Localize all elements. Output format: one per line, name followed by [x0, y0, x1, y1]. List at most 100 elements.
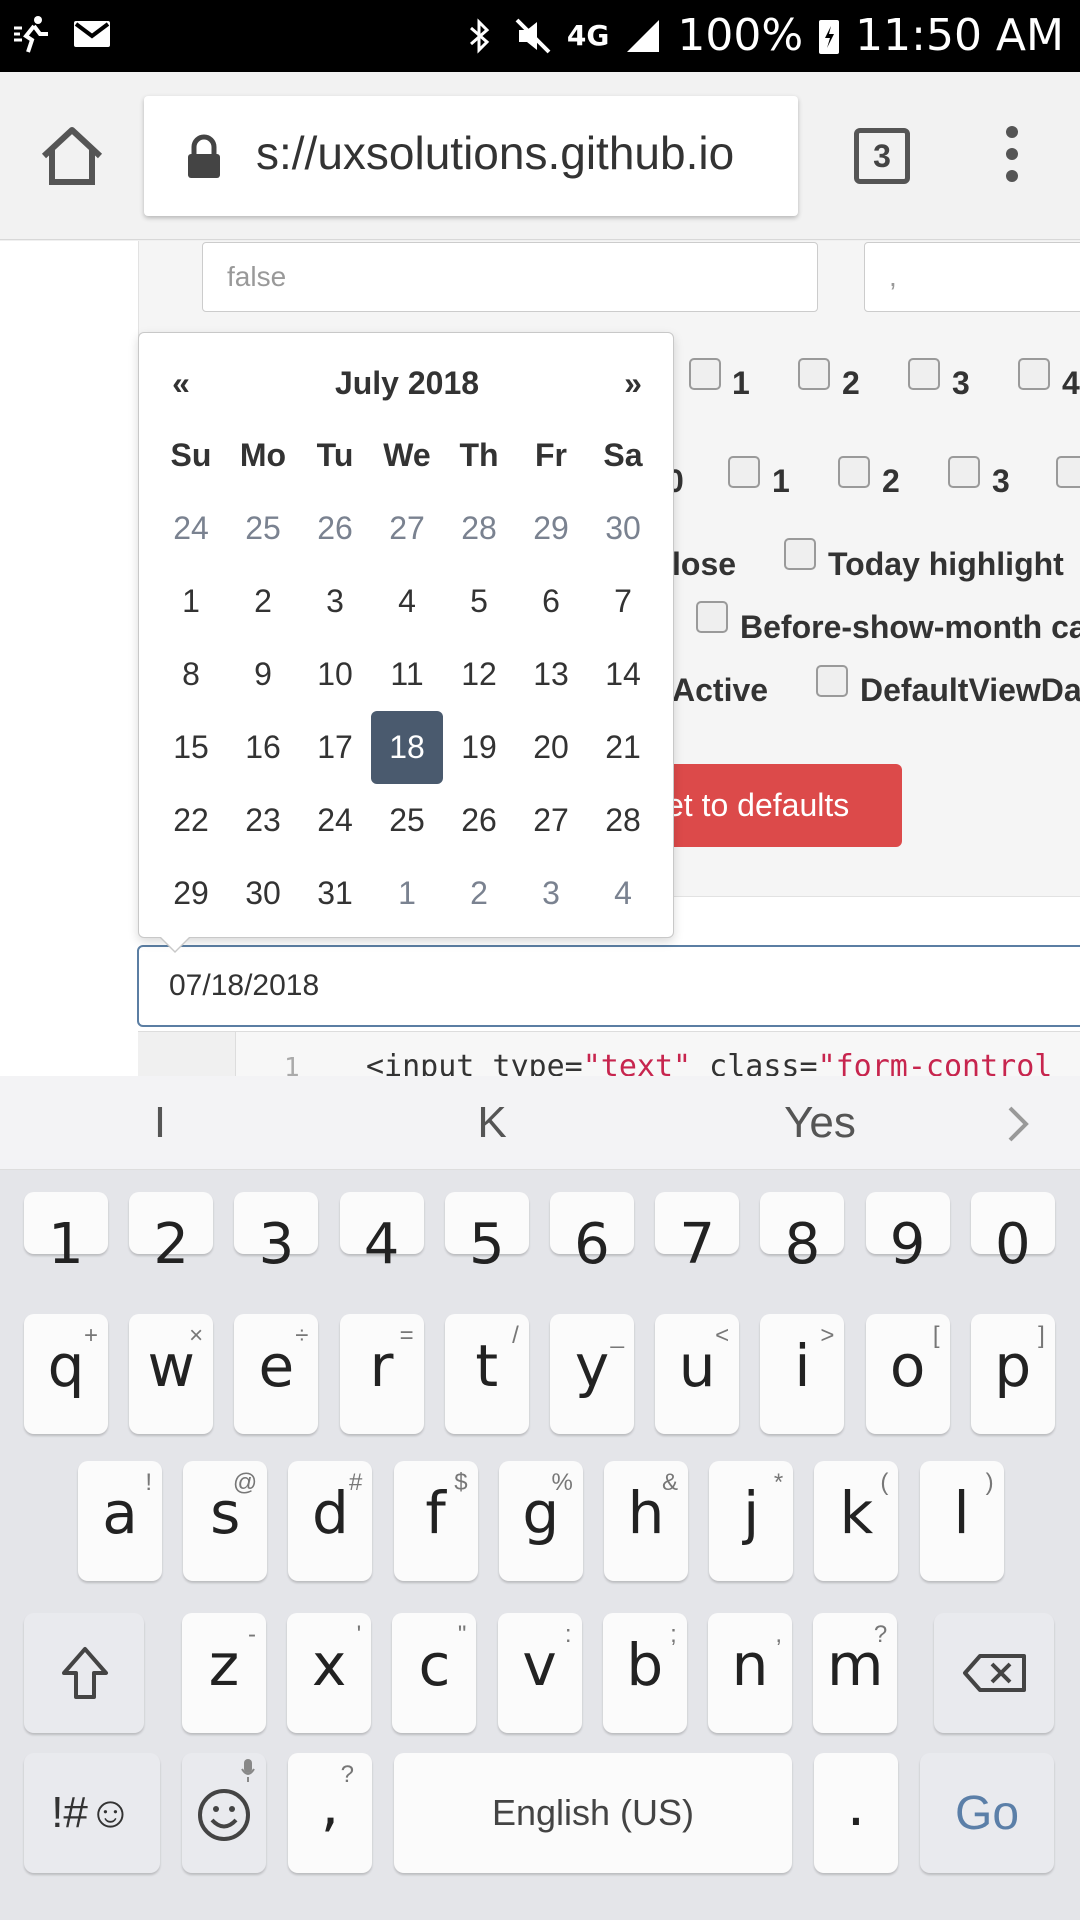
chevron-right-icon[interactable]: [1000, 1104, 1034, 1144]
calendar-day[interactable]: 14: [587, 638, 659, 711]
key-number[interactable]: 2: [129, 1192, 214, 1277]
key-v[interactable]: :v: [497, 1613, 582, 1733]
checkbox-before-show-month[interactable]: [696, 601, 728, 633]
key-j[interactable]: * j: [709, 1461, 794, 1581]
symbols-key[interactable]: !#☺: [24, 1753, 160, 1873]
next-month-button[interactable]: »: [613, 353, 653, 413]
calendar-day[interactable]: 22: [155, 784, 227, 857]
key-n[interactable]: ,n: [708, 1613, 792, 1733]
calendar-day-other-month[interactable]: 29: [515, 492, 587, 565]
home-icon[interactable]: [38, 122, 106, 190]
key-q[interactable]: + q: [24, 1314, 108, 1434]
checkbox-row2-4[interactable]: [1056, 456, 1080, 488]
key-number[interactable]: 1: [24, 1192, 108, 1277]
calendar-day[interactable]: 21: [587, 711, 659, 784]
go-key[interactable]: Go: [920, 1753, 1054, 1873]
key-a[interactable]: ! a: [78, 1461, 162, 1581]
calendar-day[interactable]: 16: [227, 711, 299, 784]
calendar-day-other-month[interactable]: 27: [371, 492, 443, 565]
calendar-day[interactable]: 23: [227, 784, 299, 857]
calendar-day-other-month[interactable]: 3: [515, 857, 587, 930]
key-o[interactable]: [o: [865, 1314, 950, 1434]
key-c[interactable]: " c: [392, 1613, 477, 1733]
calendar-day[interactable]: 2: [227, 565, 299, 638]
key-number[interactable]: 4: [339, 1192, 424, 1277]
calendar-day-other-month[interactable]: 28: [443, 492, 515, 565]
calendar-day[interactable]: 4: [371, 565, 443, 638]
calendar-day-selected[interactable]: 18: [371, 711, 443, 784]
key-p[interactable]: ] p: [970, 1314, 1055, 1434]
key-g[interactable]: % g: [498, 1461, 583, 1581]
suggestion-3[interactable]: Yes: [720, 1076, 920, 1170]
calendar-day[interactable]: 9: [227, 638, 299, 711]
key-e[interactable]: ÷ e: [234, 1314, 319, 1434]
calendar-day[interactable]: 13: [515, 638, 587, 711]
checkbox-2[interactable]: [798, 358, 830, 390]
calendar-day[interactable]: 17: [299, 711, 371, 784]
overflow-menu-icon[interactable]: [994, 126, 1030, 186]
calendar-day[interactable]: 6: [515, 565, 587, 638]
shift-key[interactable]: [24, 1613, 144, 1733]
calendar-day[interactable]: 5: [443, 565, 515, 638]
key-b[interactable]: ; b: [602, 1613, 687, 1733]
key-m[interactable]: ? m: [813, 1613, 898, 1733]
calendar-day[interactable]: 10: [299, 638, 371, 711]
checkbox-today-highlight[interactable]: [784, 538, 816, 570]
calendar-day[interactable]: 19: [443, 711, 515, 784]
key-f[interactable]: $ f: [393, 1461, 478, 1581]
calendar-day[interactable]: 11: [371, 638, 443, 711]
key-i[interactable]: > i: [760, 1314, 845, 1434]
checkbox-row2-1[interactable]: [728, 456, 760, 488]
period-key[interactable]: .: [814, 1753, 898, 1873]
key-number[interactable]: 8: [760, 1192, 845, 1277]
key-x[interactable]: ' x: [287, 1613, 372, 1733]
calendar-day-other-month[interactable]: 24: [155, 492, 227, 565]
tab-switcher-button[interactable]: 3: [854, 128, 910, 184]
key-number[interactable]: 3: [234, 1192, 319, 1277]
url-bar[interactable]: s://uxsolutions.github.io: [144, 96, 798, 216]
key-number[interactable]: 0: [970, 1192, 1055, 1277]
checkbox-3[interactable]: [908, 358, 940, 390]
checkbox-4[interactable]: [1018, 358, 1050, 390]
key-number[interactable]: 9: [865, 1192, 950, 1277]
calendar-day[interactable]: 12: [443, 638, 515, 711]
calendar-day[interactable]: 26: [443, 784, 515, 857]
calendar-day-other-month[interactable]: 26: [299, 492, 371, 565]
calendar-day-other-month[interactable]: 30: [587, 492, 659, 565]
calendar-day[interactable]: 25: [371, 784, 443, 857]
calendar-day[interactable]: 27: [515, 784, 587, 857]
key-number[interactable]: 6: [550, 1192, 634, 1277]
month-year-switch[interactable]: July 2018: [229, 353, 585, 413]
comma-key[interactable]: ? ,: [288, 1753, 372, 1873]
calendar-day-other-month[interactable]: 1: [371, 857, 443, 930]
key-w[interactable]: × w: [129, 1314, 214, 1434]
key-d[interactable]: # d: [288, 1461, 373, 1581]
checkbox-row2-2[interactable]: [838, 456, 870, 488]
calendar-day-other-month[interactable]: 25: [227, 492, 299, 565]
calendar-day[interactable]: 30: [227, 857, 299, 930]
key-t[interactable]: / t: [444, 1314, 529, 1434]
calendar-day[interactable]: 3: [299, 565, 371, 638]
key-k[interactable]: (k: [814, 1461, 899, 1581]
key-l[interactable]: ) l: [919, 1461, 1004, 1581]
key-s[interactable]: @ s: [183, 1461, 268, 1581]
calendar-day-other-month[interactable]: 4: [587, 857, 659, 930]
calendar-day[interactable]: 20: [515, 711, 587, 784]
prev-month-button[interactable]: «: [161, 353, 201, 413]
calendar-day[interactable]: 7: [587, 565, 659, 638]
emoji-key[interactable]: [182, 1753, 266, 1873]
calendar-day-other-month[interactable]: 2: [443, 857, 515, 930]
option-input-separator[interactable]: ,: [864, 242, 1080, 312]
calendar-day[interactable]: 28: [587, 784, 659, 857]
key-r[interactable]: = r: [339, 1314, 424, 1434]
key-y[interactable]: _ y: [550, 1314, 634, 1434]
suggestion-2[interactable]: K: [392, 1076, 592, 1170]
key-number[interactable]: 7: [655, 1192, 740, 1277]
checkbox-1[interactable]: [689, 358, 721, 390]
checkbox-row2-3[interactable]: [948, 456, 980, 488]
key-h[interactable]: & h: [604, 1461, 688, 1581]
space-key[interactable]: English (US): [394, 1753, 792, 1873]
calendar-day[interactable]: 15: [155, 711, 227, 784]
calendar-day[interactable]: 1: [155, 565, 227, 638]
key-number[interactable]: 5: [444, 1192, 529, 1277]
